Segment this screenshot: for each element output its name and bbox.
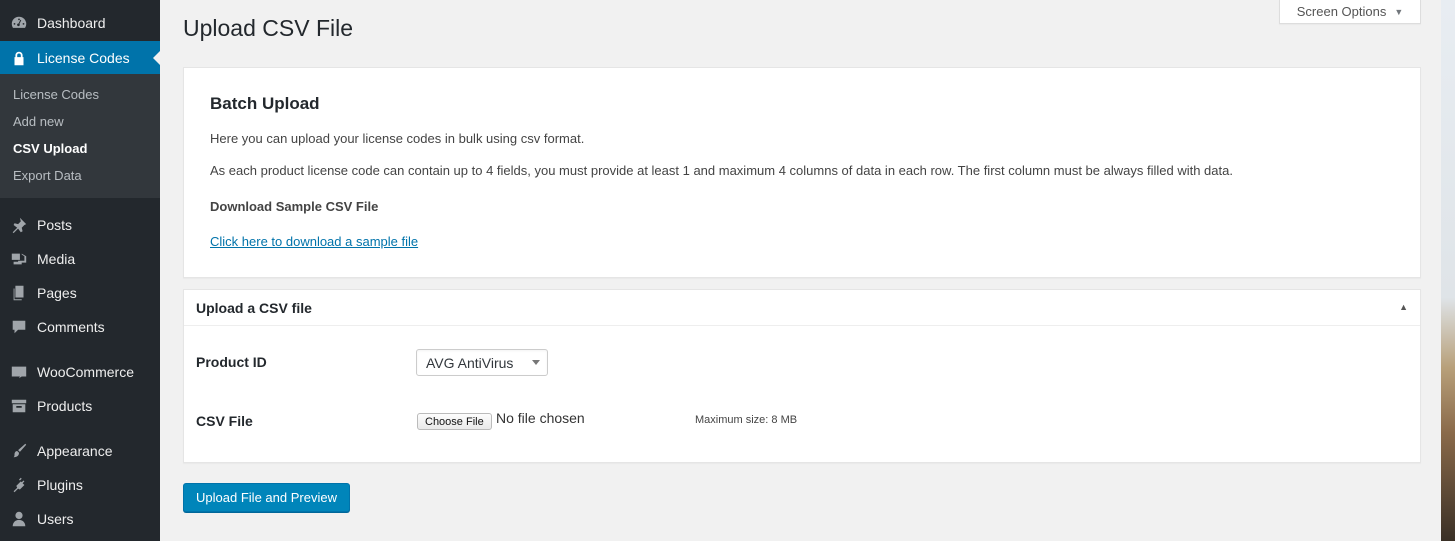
menu-media-label: Media: [37, 251, 76, 267]
upload-file-and-preview-button[interactable]: Upload File and Preview: [183, 483, 350, 512]
csv-file-label: CSV File: [196, 413, 253, 429]
menu-comments-label: Comments: [37, 319, 105, 335]
menu-woocommerce[interactable]: WooCommerce: [0, 355, 160, 389]
submenu-csv-upload[interactable]: CSV Upload: [0, 135, 160, 162]
menu-users[interactable]: Users: [0, 502, 160, 536]
menu-comments[interactable]: Comments: [0, 310, 160, 344]
menu-plugins-label: Plugins: [37, 477, 83, 493]
collapse-toggle-icon[interactable]: ▲: [1399, 302, 1408, 312]
menu-appearance-label: Appearance: [37, 443, 113, 459]
menu-license-codes-label: License Codes: [37, 50, 130, 66]
media-icon: [9, 249, 29, 269]
submenu-export-data[interactable]: Export Data: [0, 162, 160, 189]
brush-icon: [9, 441, 29, 461]
license-codes-submenu: License Codes Add new CSV Upload Export …: [0, 74, 160, 198]
menu-users-label: Users: [37, 511, 74, 527]
product-id-select[interactable]: AVG AntiVirus: [416, 349, 548, 376]
product-id-selected-value: AVG AntiVirus: [426, 354, 514, 371]
pages-icon: [9, 283, 29, 303]
menu-pages[interactable]: Pages: [0, 276, 160, 310]
menu-products[interactable]: Products: [0, 389, 160, 423]
woocommerce-icon: [9, 362, 29, 382]
upload-csv-panel: Upload a CSV file ▲ Product ID AVG AntiV…: [183, 289, 1421, 463]
batch-upload-panel: Batch Upload Here you can upload your li…: [183, 67, 1421, 278]
max-size-hint: Maximum size: 8 MB: [695, 414, 798, 426]
page-title: Upload CSV File: [183, 15, 354, 41]
menu-woocommerce-label: WooCommerce: [37, 364, 134, 380]
choose-file-button[interactable]: Choose File: [417, 413, 492, 430]
file-status-text: No file chosen: [496, 410, 585, 426]
submenu-license-codes[interactable]: License Codes: [0, 81, 160, 108]
users-icon: [9, 509, 29, 529]
screen-options-button[interactable]: Screen Options ▼: [1279, 0, 1421, 24]
download-sample-heading: Download Sample CSV File: [210, 199, 379, 214]
menu-posts[interactable]: Posts: [0, 208, 160, 242]
upload-panel-header[interactable]: Upload a CSV file ▲: [184, 290, 1420, 326]
choose-file-label: Choose File: [425, 415, 484, 428]
menu-dashboard-label: Dashboard: [37, 15, 106, 31]
pin-icon: [9, 215, 29, 235]
menu-appearance[interactable]: Appearance: [0, 434, 160, 468]
plugin-icon: [9, 475, 29, 495]
archive-icon: [9, 396, 29, 416]
menu-plugins[interactable]: Plugins: [0, 468, 160, 502]
comment-icon: [9, 317, 29, 337]
batch-upload-title: Batch Upload: [210, 94, 320, 113]
screen-options-label: Screen Options: [1296, 4, 1387, 19]
submenu-add-new[interactable]: Add new: [0, 108, 160, 135]
upload-panel-title: Upload a CSV file: [196, 300, 312, 316]
upload-button-label: Upload File and Preview: [196, 490, 337, 505]
lock-icon: [9, 48, 29, 68]
select-caret-icon: [532, 360, 540, 365]
menu-posts-label: Posts: [37, 217, 73, 233]
menu-pages-label: Pages: [37, 285, 77, 301]
caret-down-icon: ▼: [1394, 6, 1404, 17]
menu-license-codes[interactable]: License Codes: [0, 41, 161, 75]
menu-products-label: Products: [37, 398, 93, 414]
dashboard-icon: [9, 13, 29, 33]
download-sample-link[interactable]: Click here to download a sample file: [210, 234, 418, 249]
menu-dashboard[interactable]: Dashboard: [0, 6, 160, 40]
batch-description-2: As each product license code can contain…: [210, 163, 1233, 178]
desktop-background-edge: [1441, 0, 1455, 541]
batch-description-1: Here you can upload your license codes i…: [210, 131, 585, 146]
product-id-label: Product ID: [196, 354, 267, 370]
menu-media[interactable]: Media: [0, 242, 160, 276]
admin-sidebar: Dashboard License Codes License Codes Ad…: [0, 0, 161, 541]
